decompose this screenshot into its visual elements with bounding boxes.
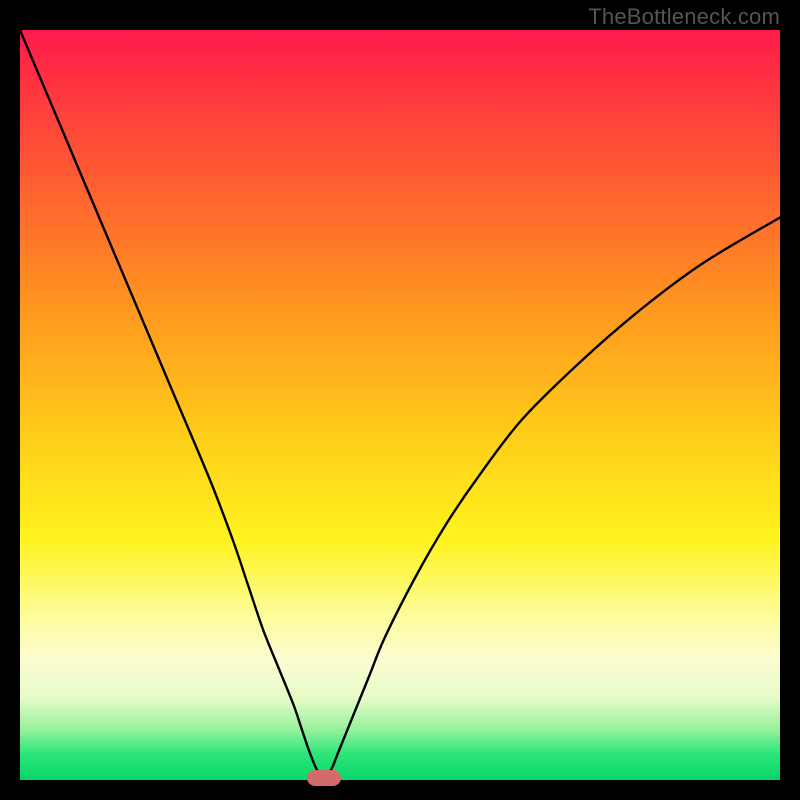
optimum-marker — [307, 770, 341, 786]
chart-frame: TheBottleneck.com — [0, 0, 800, 800]
plot-area — [20, 30, 780, 780]
bottleneck-curve — [20, 30, 780, 780]
watermark-text: TheBottleneck.com — [588, 4, 780, 30]
